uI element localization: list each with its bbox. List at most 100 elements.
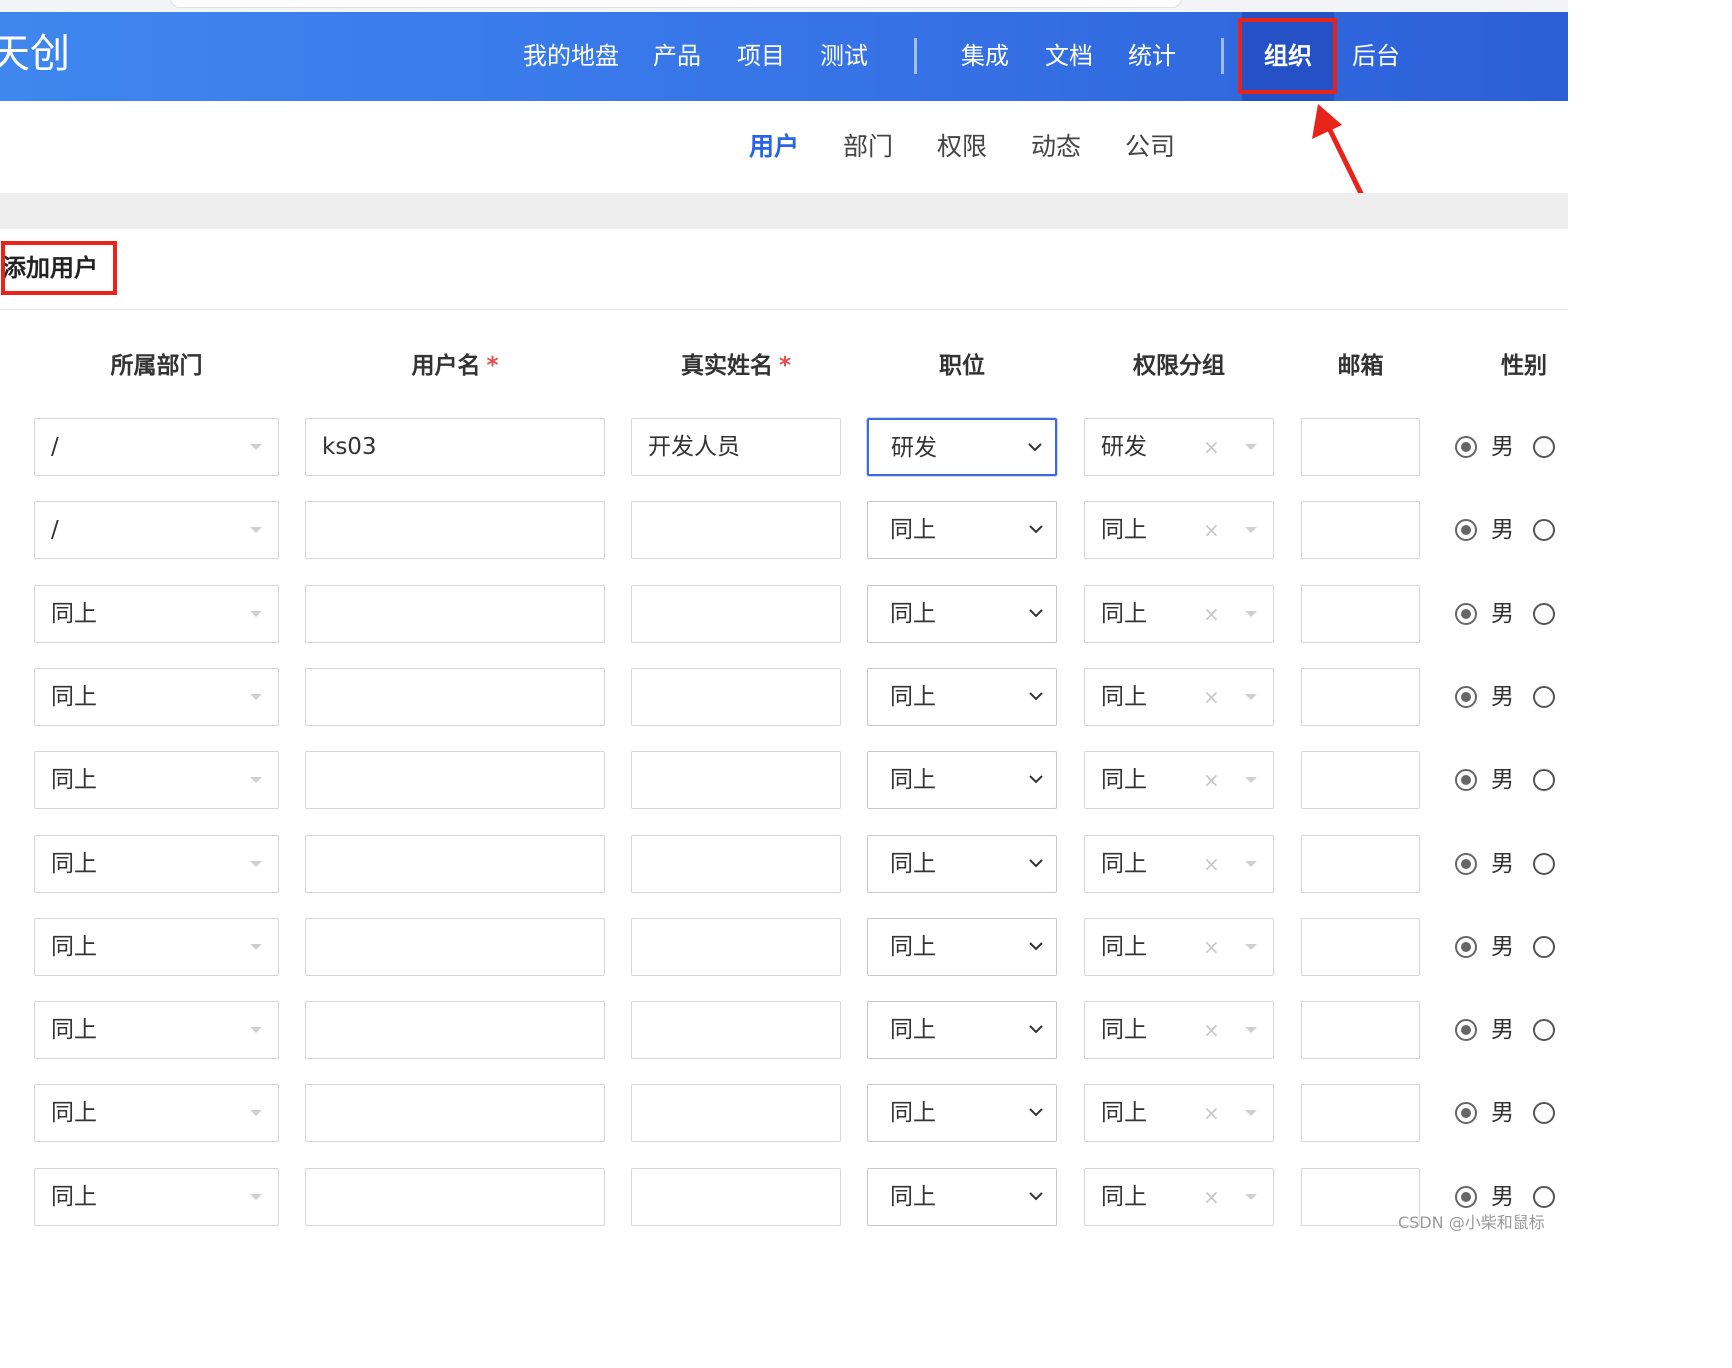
realname-input[interactable]: [631, 668, 841, 726]
clear-icon[interactable]: ×: [1203, 1002, 1220, 1058]
gender-male-radio[interactable]: [1455, 936, 1477, 958]
clear-icon[interactable]: ×: [1203, 752, 1220, 808]
username-input[interactable]: [305, 918, 605, 976]
realname-input[interactable]: [631, 1168, 841, 1226]
group-value: 同上: [1101, 1017, 1147, 1043]
dept-select[interactable]: 同上: [34, 1168, 279, 1226]
username-input[interactable]: [305, 1001, 605, 1059]
email-input[interactable]: [1301, 918, 1420, 976]
position-value: 同上: [890, 601, 936, 627]
email-input[interactable]: [1301, 1084, 1420, 1142]
position-select[interactable]: 同上: [867, 1001, 1057, 1059]
dept-select[interactable]: /: [34, 418, 279, 476]
dept-select[interactable]: 同上: [34, 835, 279, 893]
email-input[interactable]: [1301, 751, 1420, 809]
gender-female-radio[interactable]: [1533, 1019, 1555, 1041]
email-input[interactable]: [1301, 501, 1420, 559]
column-header-position: 职位: [939, 353, 985, 379]
gender-female-radio[interactable]: [1533, 519, 1555, 541]
email-input[interactable]: [1301, 585, 1420, 643]
dept-select[interactable]: /: [34, 501, 279, 559]
username-input[interactable]: ks03: [305, 418, 605, 476]
gender-male-radio[interactable]: [1455, 853, 1477, 875]
email-input[interactable]: [1301, 835, 1420, 893]
dept-value: 同上: [51, 1184, 97, 1210]
dept-select[interactable]: 同上: [34, 668, 279, 726]
group-select[interactable]: 同上 ×: [1084, 1001, 1274, 1059]
username-input[interactable]: [305, 1084, 605, 1142]
gender-female-radio[interactable]: [1533, 686, 1555, 708]
gender-male-radio[interactable]: [1455, 1186, 1477, 1208]
gender-male-radio[interactable]: [1455, 436, 1477, 458]
gender-male-radio[interactable]: [1455, 1019, 1477, 1041]
realname-input[interactable]: [631, 751, 841, 809]
username-input[interactable]: [305, 501, 605, 559]
dept-select[interactable]: 同上: [34, 1001, 279, 1059]
clear-icon[interactable]: ×: [1203, 586, 1220, 642]
realname-input[interactable]: [631, 835, 841, 893]
dept-select[interactable]: 同上: [34, 585, 279, 643]
clear-icon[interactable]: ×: [1203, 836, 1220, 892]
watermark: CSDN @小柴和鼠标: [1398, 1213, 1545, 1232]
group-select[interactable]: 同上 ×: [1084, 1168, 1274, 1226]
gender-male-radio[interactable]: [1455, 1102, 1477, 1124]
username-input[interactable]: [305, 835, 605, 893]
realname-input[interactable]: [631, 585, 841, 643]
group-select[interactable]: 同上 ×: [1084, 1084, 1274, 1142]
gender-female-radio[interactable]: [1533, 436, 1555, 458]
email-input[interactable]: [1301, 1001, 1420, 1059]
position-select[interactable]: 同上: [867, 835, 1057, 893]
clear-icon[interactable]: ×: [1203, 1169, 1220, 1225]
username-input[interactable]: [305, 1168, 605, 1226]
gender-female-radio[interactable]: [1533, 1102, 1555, 1124]
gender-male-radio[interactable]: [1455, 519, 1477, 541]
gender-female-radio[interactable]: [1533, 603, 1555, 625]
gender-male-label: 男: [1491, 601, 1514, 627]
realname-input[interactable]: [631, 1001, 841, 1059]
username-input[interactable]: [305, 585, 605, 643]
position-select[interactable]: 同上: [867, 751, 1057, 809]
group-value: 同上: [1101, 1100, 1147, 1126]
clear-icon[interactable]: ×: [1203, 502, 1220, 558]
group-select[interactable]: 研发 ×: [1084, 418, 1274, 476]
realname-input[interactable]: [631, 918, 841, 976]
caret-down-icon: [1245, 861, 1257, 867]
position-select[interactable]: 同上: [867, 501, 1057, 559]
username-input[interactable]: [305, 751, 605, 809]
gender-female-radio[interactable]: [1533, 769, 1555, 791]
gender-male-radio[interactable]: [1455, 686, 1477, 708]
position-select[interactable]: 同上: [867, 918, 1057, 976]
group-select[interactable]: 同上 ×: [1084, 585, 1274, 643]
position-select[interactable]: 同上: [867, 668, 1057, 726]
email-input[interactable]: [1301, 418, 1420, 476]
dept-select[interactable]: 同上: [34, 918, 279, 976]
clear-icon[interactable]: ×: [1203, 669, 1220, 725]
group-select[interactable]: 同上 ×: [1084, 751, 1274, 809]
group-select[interactable]: 同上 ×: [1084, 668, 1274, 726]
gender-male-radio[interactable]: [1455, 603, 1477, 625]
gender-female-radio[interactable]: [1533, 1186, 1555, 1208]
dept-select[interactable]: 同上: [34, 1084, 279, 1142]
realname-input[interactable]: [631, 1084, 841, 1142]
username-input[interactable]: [305, 668, 605, 726]
clear-icon[interactable]: ×: [1203, 919, 1220, 975]
position-select[interactable]: 同上: [867, 585, 1057, 643]
email-input[interactable]: [1301, 668, 1420, 726]
gender-female-radio[interactable]: [1533, 936, 1555, 958]
group-value: 同上: [1101, 767, 1147, 793]
group-select[interactable]: 同上 ×: [1084, 501, 1274, 559]
position-select[interactable]: 研发: [867, 418, 1057, 476]
realname-input[interactable]: [631, 501, 841, 559]
position-select[interactable]: 同上: [867, 1168, 1057, 1226]
position-select[interactable]: 同上: [867, 1084, 1057, 1142]
gender-male-radio[interactable]: [1455, 769, 1477, 791]
group-select[interactable]: 同上 ×: [1084, 835, 1274, 893]
group-select[interactable]: 同上 ×: [1084, 918, 1274, 976]
gender-female-radio[interactable]: [1533, 853, 1555, 875]
clear-icon[interactable]: ×: [1203, 1085, 1220, 1141]
clear-icon[interactable]: ×: [1203, 419, 1220, 475]
dept-select[interactable]: 同上: [34, 751, 279, 809]
table-row: 同上 同上 同上 × 男: [0, 1084, 1568, 1142]
realname-input[interactable]: 开发人员: [631, 418, 841, 476]
username-value: ks03: [322, 434, 377, 460]
